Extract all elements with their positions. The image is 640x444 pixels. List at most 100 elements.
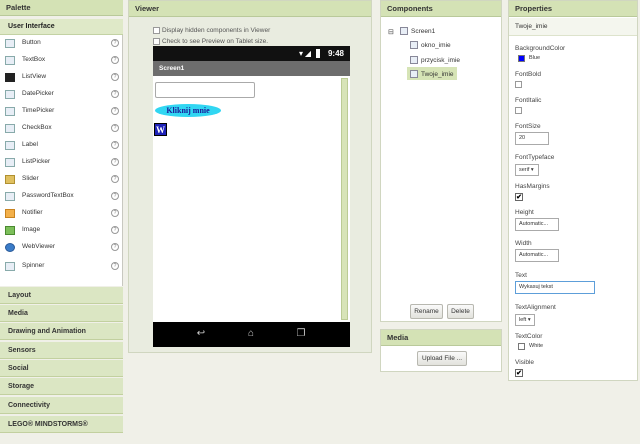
help-icon[interactable]: ? [111,141,119,149]
palette-category-storage[interactable]: Storage [0,378,123,395]
palette-category-sensors[interactable]: Sensors [0,342,123,359]
tree-item-screen1[interactable]: Screen1 [411,28,435,35]
palette-item-label: Notifier [22,209,43,216]
rename-button[interactable]: Rename [410,304,443,319]
status-bar: ▾ ◢ 9:48 [153,46,350,61]
back-icon[interactable]: ↩ [193,328,209,340]
palette-category-drawing[interactable]: Drawing and Animation [0,323,123,340]
palette-item-datepicker[interactable]: DatePicker? [0,87,122,103]
palette-item-label: CheckBox [22,124,52,131]
viewer-scrollbar[interactable] [341,78,348,320]
tree-item-okno-imie[interactable]: okno_imie [421,42,451,49]
background-color-swatch[interactable] [518,55,525,62]
palette-item-listpicker[interactable]: ListPicker? [0,155,122,171]
help-icon[interactable]: ? [111,39,119,47]
palette-item-label: ListPicker [22,158,51,165]
palette-item-textbox[interactable]: TextBox? [0,53,122,69]
help-icon[interactable]: ? [111,192,119,200]
text-input[interactable]: Wykasuj tekst [515,281,595,294]
phone-preview: ▾ ◢ 9:48 Screen1 Kliknij mnie W ↩ ⌂ ❐ [153,46,350,347]
palette-item-label: Button [22,39,41,46]
palette-item-passwordtextbox[interactable]: PasswordTextBox? [0,189,122,205]
password-icon [5,192,15,201]
help-icon[interactable]: ? [111,107,119,115]
tree-item-przycisk-imie[interactable]: przycisk_imie [421,57,460,64]
palette-category-lego[interactable]: LEGO® MINDSTORMS® [0,416,123,433]
datepicker-icon [5,90,15,99]
width-input[interactable]: Automatic... [515,249,559,262]
font-typeface-select[interactable]: serif ▾ [515,164,539,176]
viewer-panel: Viewer Display hidden components in View… [128,0,372,353]
palette-item-image[interactable]: Image? [0,223,122,239]
palette-item-slider[interactable]: Slider? [0,172,122,188]
screen-title: Screen1 [153,61,350,76]
font-size-input[interactable]: 20 [515,132,549,145]
palette-category-connectivity[interactable]: Connectivity [0,397,123,414]
hidden-components-checkbox[interactable] [153,27,160,34]
palette-item-webviewer[interactable]: WebViewer? [0,240,122,256]
help-icon[interactable]: ? [111,209,119,217]
font-typeface-label: FontTypeface [515,154,555,161]
tablet-preview-checkbox[interactable] [153,38,160,45]
text-color-label: TextColor [515,333,543,340]
upload-file-button[interactable]: Upload File ... [417,351,467,366]
timepicker-icon [5,107,15,116]
twoje-imie-label[interactable]: W [154,123,167,136]
home-icon[interactable]: ⌂ [243,328,259,340]
properties-title: Properties [509,1,637,17]
text-alignment-select[interactable]: left ▾ [515,314,535,326]
palette-item-listview[interactable]: ListView? [0,70,122,86]
recents-icon[interactable]: ❐ [293,328,309,340]
collapse-icon[interactable]: ⊟ [388,28,394,36]
palette-category-media[interactable]: Media [0,305,123,322]
text-color-value[interactable]: White [529,343,543,349]
screen-canvas[interactable]: Kliknij mnie W [153,76,350,322]
help-icon[interactable]: ? [111,226,119,234]
font-bold-checkbox[interactable] [515,81,522,88]
palette-item-timepicker[interactable]: TimePicker? [0,104,122,120]
help-icon[interactable]: ? [111,56,119,64]
palette-category-social[interactable]: Social [0,360,123,377]
text-alignment-label: TextAlignment [515,304,556,311]
palette-item-spinner[interactable]: Spinner? [0,259,122,275]
webviewer-icon [5,243,15,252]
help-icon[interactable]: ? [111,73,119,81]
palette-item-notifier[interactable]: Notifier? [0,206,122,222]
text-color-swatch[interactable] [518,343,525,350]
help-icon[interactable]: ? [111,262,119,270]
help-icon[interactable]: ? [111,90,119,98]
status-time: 9:48 [327,49,344,58]
palette-category-layout[interactable]: Layout [0,287,123,304]
visible-checkbox[interactable]: ✔ [515,369,523,377]
palette-item-checkbox[interactable]: CheckBox? [0,121,122,137]
height-input[interactable]: Automatic... [515,218,559,231]
tree-item-twoje-imie[interactable]: Twoje_imie [421,71,454,78]
delete-button[interactable]: Delete [447,304,474,319]
help-icon[interactable]: ? [111,124,119,132]
help-icon[interactable]: ? [111,243,119,251]
tablet-preview-label: Check to see Preview on Tablet size. [162,38,269,45]
properties-component-name: Twoje_imie [509,18,637,36]
palette-section-user-interface[interactable]: User Interface [0,19,123,35]
font-italic-checkbox[interactable] [515,107,522,114]
font-italic-label: FontItalic [515,97,542,104]
help-icon[interactable]: ? [111,158,119,166]
palette-list: Button? TextBox? ListView? DatePicker? T… [0,35,123,286]
palette-item-label: Spinner [22,262,45,269]
przycisk-imie-button[interactable]: Kliknij mnie [155,104,221,117]
battery-icon [316,49,320,58]
okno-imie-textbox[interactable] [155,82,255,98]
screen-icon [400,27,408,35]
width-label: Width [515,240,532,247]
hidden-components-label: Display hidden components in Viewer [162,27,271,34]
wifi-icon: ▾ [298,49,303,58]
background-color-value[interactable]: Blue [529,55,540,61]
help-icon[interactable]: ? [111,175,119,183]
has-margins-checkbox[interactable]: ✔ [515,193,523,201]
button-icon [410,56,418,64]
palette-item-label[interactable]: Label? [0,138,122,154]
properties-panel: Properties Twoje_imie BackgroundColor Bl… [508,0,638,381]
palette-item-button[interactable]: Button? [0,36,122,52]
media-title: Media [381,330,501,346]
palette-title: Palette [0,0,123,16]
